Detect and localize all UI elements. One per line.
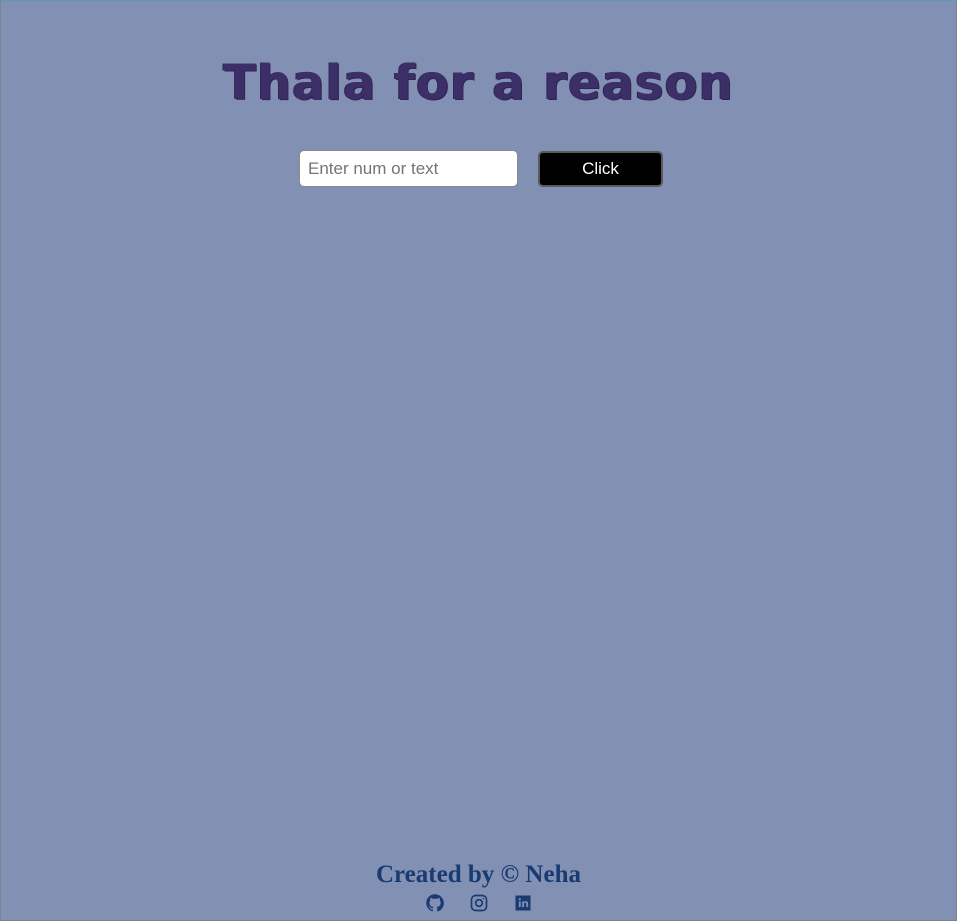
github-icon[interactable]	[425, 893, 445, 913]
page-title: Thala for a reason	[223, 55, 734, 111]
social-links	[1, 891, 956, 915]
page: Thala for a reason Click Created by © Ne…	[1, 1, 956, 920]
input-row: Click	[299, 150, 663, 187]
linkedin-icon[interactable]	[513, 893, 533, 913]
instagram-icon[interactable]	[469, 893, 489, 913]
num-or-text-input[interactable]	[299, 150, 518, 187]
credit-text: Created by © Neha	[375, 861, 581, 888]
click-button[interactable]: Click	[538, 151, 663, 187]
footer: Created by © Neha	[1, 859, 956, 915]
